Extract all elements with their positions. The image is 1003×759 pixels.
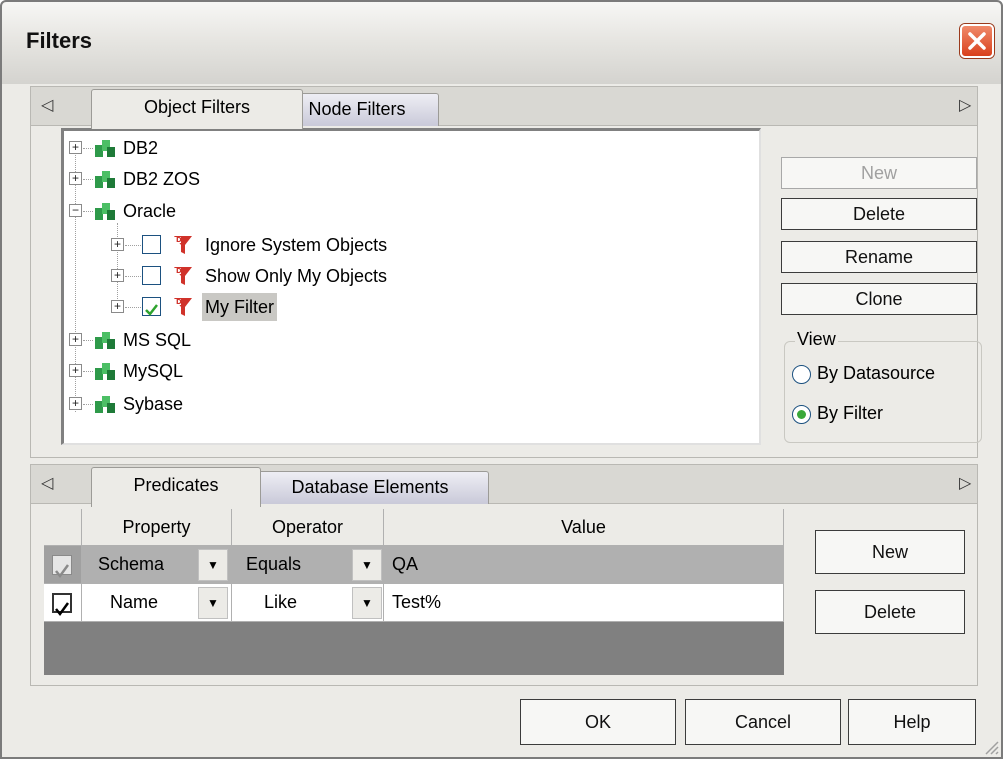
expand-icon[interactable]: + xyxy=(69,172,82,185)
svg-text:D: D xyxy=(176,267,182,275)
tree-node-db2-zos[interactable]: + DB2 ZOS xyxy=(64,165,364,193)
expand-icon[interactable]: + xyxy=(111,238,124,251)
row-checkbox[interactable] xyxy=(52,593,72,617)
filter-icon: D xyxy=(174,236,192,254)
filter-checkbox-checked[interactable] xyxy=(142,297,161,316)
expand-icon[interactable]: + xyxy=(69,397,82,410)
filter-icon: D xyxy=(174,298,192,316)
close-button[interactable] xyxy=(960,24,994,58)
chevron-down-icon[interactable]: ▼ xyxy=(198,549,228,581)
expand-icon[interactable]: + xyxy=(69,141,82,154)
table-row[interactable]: Name ▼ Like ▼ Test% xyxy=(44,584,784,622)
delete-filter-button[interactable]: Delete xyxy=(781,198,977,230)
checkmark-icon xyxy=(55,602,70,617)
tree-node-oracle[interactable]: − Oracle xyxy=(64,197,364,225)
resize-grip-icon[interactable] xyxy=(982,738,1000,756)
chevron-down-icon[interactable]: ▼ xyxy=(352,549,382,581)
chevron-down-icon[interactable]: ▼ xyxy=(198,587,228,619)
checkmark-icon xyxy=(55,564,70,579)
database-icon xyxy=(95,203,115,220)
tab-predicates[interactable]: Predicates xyxy=(91,467,261,507)
close-icon xyxy=(968,32,986,50)
tab-database-elements[interactable]: Database Elements xyxy=(251,471,489,505)
database-icon xyxy=(95,396,115,413)
scroll-left-arrow-icon[interactable]: ◁ xyxy=(41,473,53,493)
clone-filter-button[interactable]: Clone xyxy=(781,283,977,315)
scroll-right-arrow-icon[interactable]: ▷ xyxy=(959,473,971,493)
svg-text:D: D xyxy=(176,298,182,306)
value-field[interactable]: Test% xyxy=(392,584,441,620)
tree-node-mysql[interactable]: + MySQL xyxy=(64,357,364,385)
database-icon xyxy=(95,140,115,157)
by-filter-radio[interactable] xyxy=(792,405,811,424)
by-datasource-label[interactable]: By Datasource xyxy=(817,363,935,384)
chevron-down-icon[interactable]: ▼ xyxy=(352,587,382,619)
value-field[interactable]: QA xyxy=(392,546,418,582)
rename-filter-button[interactable]: Rename xyxy=(781,241,977,273)
database-icon xyxy=(95,363,115,380)
filter-tree[interactable]: + DB2 + DB2 ZOS − Oracle + D Ignore Syst… xyxy=(61,128,761,445)
tree-node-ms-sql[interactable]: + MS SQL xyxy=(64,326,364,354)
expand-icon[interactable]: + xyxy=(111,300,124,313)
by-datasource-radio[interactable] xyxy=(792,365,811,384)
row-checkbox[interactable] xyxy=(52,555,72,579)
tree-node-my-filter[interactable]: + D My Filter xyxy=(64,293,464,321)
window-title: Filters xyxy=(26,28,93,53)
operator-value[interactable]: Like xyxy=(264,584,297,620)
expand-icon[interactable]: + xyxy=(69,333,82,346)
filter-checkbox[interactable] xyxy=(142,235,161,254)
tab-object-filters[interactable]: Object Filters xyxy=(91,89,303,129)
cancel-button[interactable]: Cancel xyxy=(685,699,841,745)
table-row[interactable]: Schema ▼ Equals ▼ QA xyxy=(44,546,784,584)
new-filter-button[interactable]: New xyxy=(781,157,977,189)
tree-node-ignore-system-objects[interactable]: + D Ignore System Objects xyxy=(64,231,464,259)
scroll-right-arrow-icon[interactable]: ▷ xyxy=(959,95,971,115)
operator-value[interactable]: Equals xyxy=(246,546,301,582)
grid-header-property[interactable]: Property xyxy=(82,509,232,546)
expand-icon[interactable]: + xyxy=(111,269,124,282)
property-value[interactable]: Name xyxy=(110,584,158,620)
database-icon xyxy=(95,332,115,349)
svg-text:D: D xyxy=(176,236,182,244)
database-icon xyxy=(95,171,115,188)
property-value[interactable]: Schema xyxy=(98,546,164,582)
filters-dialog: Filters ◁ Object Filters Node Filters ▷ … xyxy=(0,0,1003,759)
filter-icon: D xyxy=(174,267,192,285)
new-predicate-button[interactable]: New xyxy=(815,530,965,574)
delete-predicate-button[interactable]: Delete xyxy=(815,590,965,634)
help-button[interactable]: Help xyxy=(848,699,976,745)
checkmark-icon xyxy=(145,304,158,316)
title-bar: Filters xyxy=(2,2,1001,84)
bottom-tab-strip: ◁ Predicates Database Elements ▷ xyxy=(30,464,978,507)
grid-header-value[interactable]: Value xyxy=(384,509,784,546)
tree-node-db2[interactable]: + DB2 xyxy=(64,134,364,162)
filter-checkbox[interactable] xyxy=(142,266,161,285)
grid-header-select xyxy=(44,509,82,546)
view-group-label: View xyxy=(795,329,838,350)
tree-node-show-only-my-objects[interactable]: + D Show Only My Objects xyxy=(64,262,464,290)
view-group xyxy=(784,341,982,443)
by-filter-label[interactable]: By Filter xyxy=(817,403,883,424)
tree-node-sybase[interactable]: + Sybase xyxy=(64,390,364,418)
predicates-grid[interactable]: Property Operator Value Schema ▼ Equals … xyxy=(44,509,784,675)
scroll-left-arrow-icon[interactable]: ◁ xyxy=(41,95,53,115)
ok-button[interactable]: OK xyxy=(520,699,676,745)
grid-header-operator[interactable]: Operator xyxy=(232,509,384,546)
expand-icon[interactable]: + xyxy=(69,364,82,377)
collapse-icon[interactable]: − xyxy=(69,204,82,217)
top-tab-strip: ◁ Object Filters Node Filters ▷ xyxy=(30,86,978,129)
